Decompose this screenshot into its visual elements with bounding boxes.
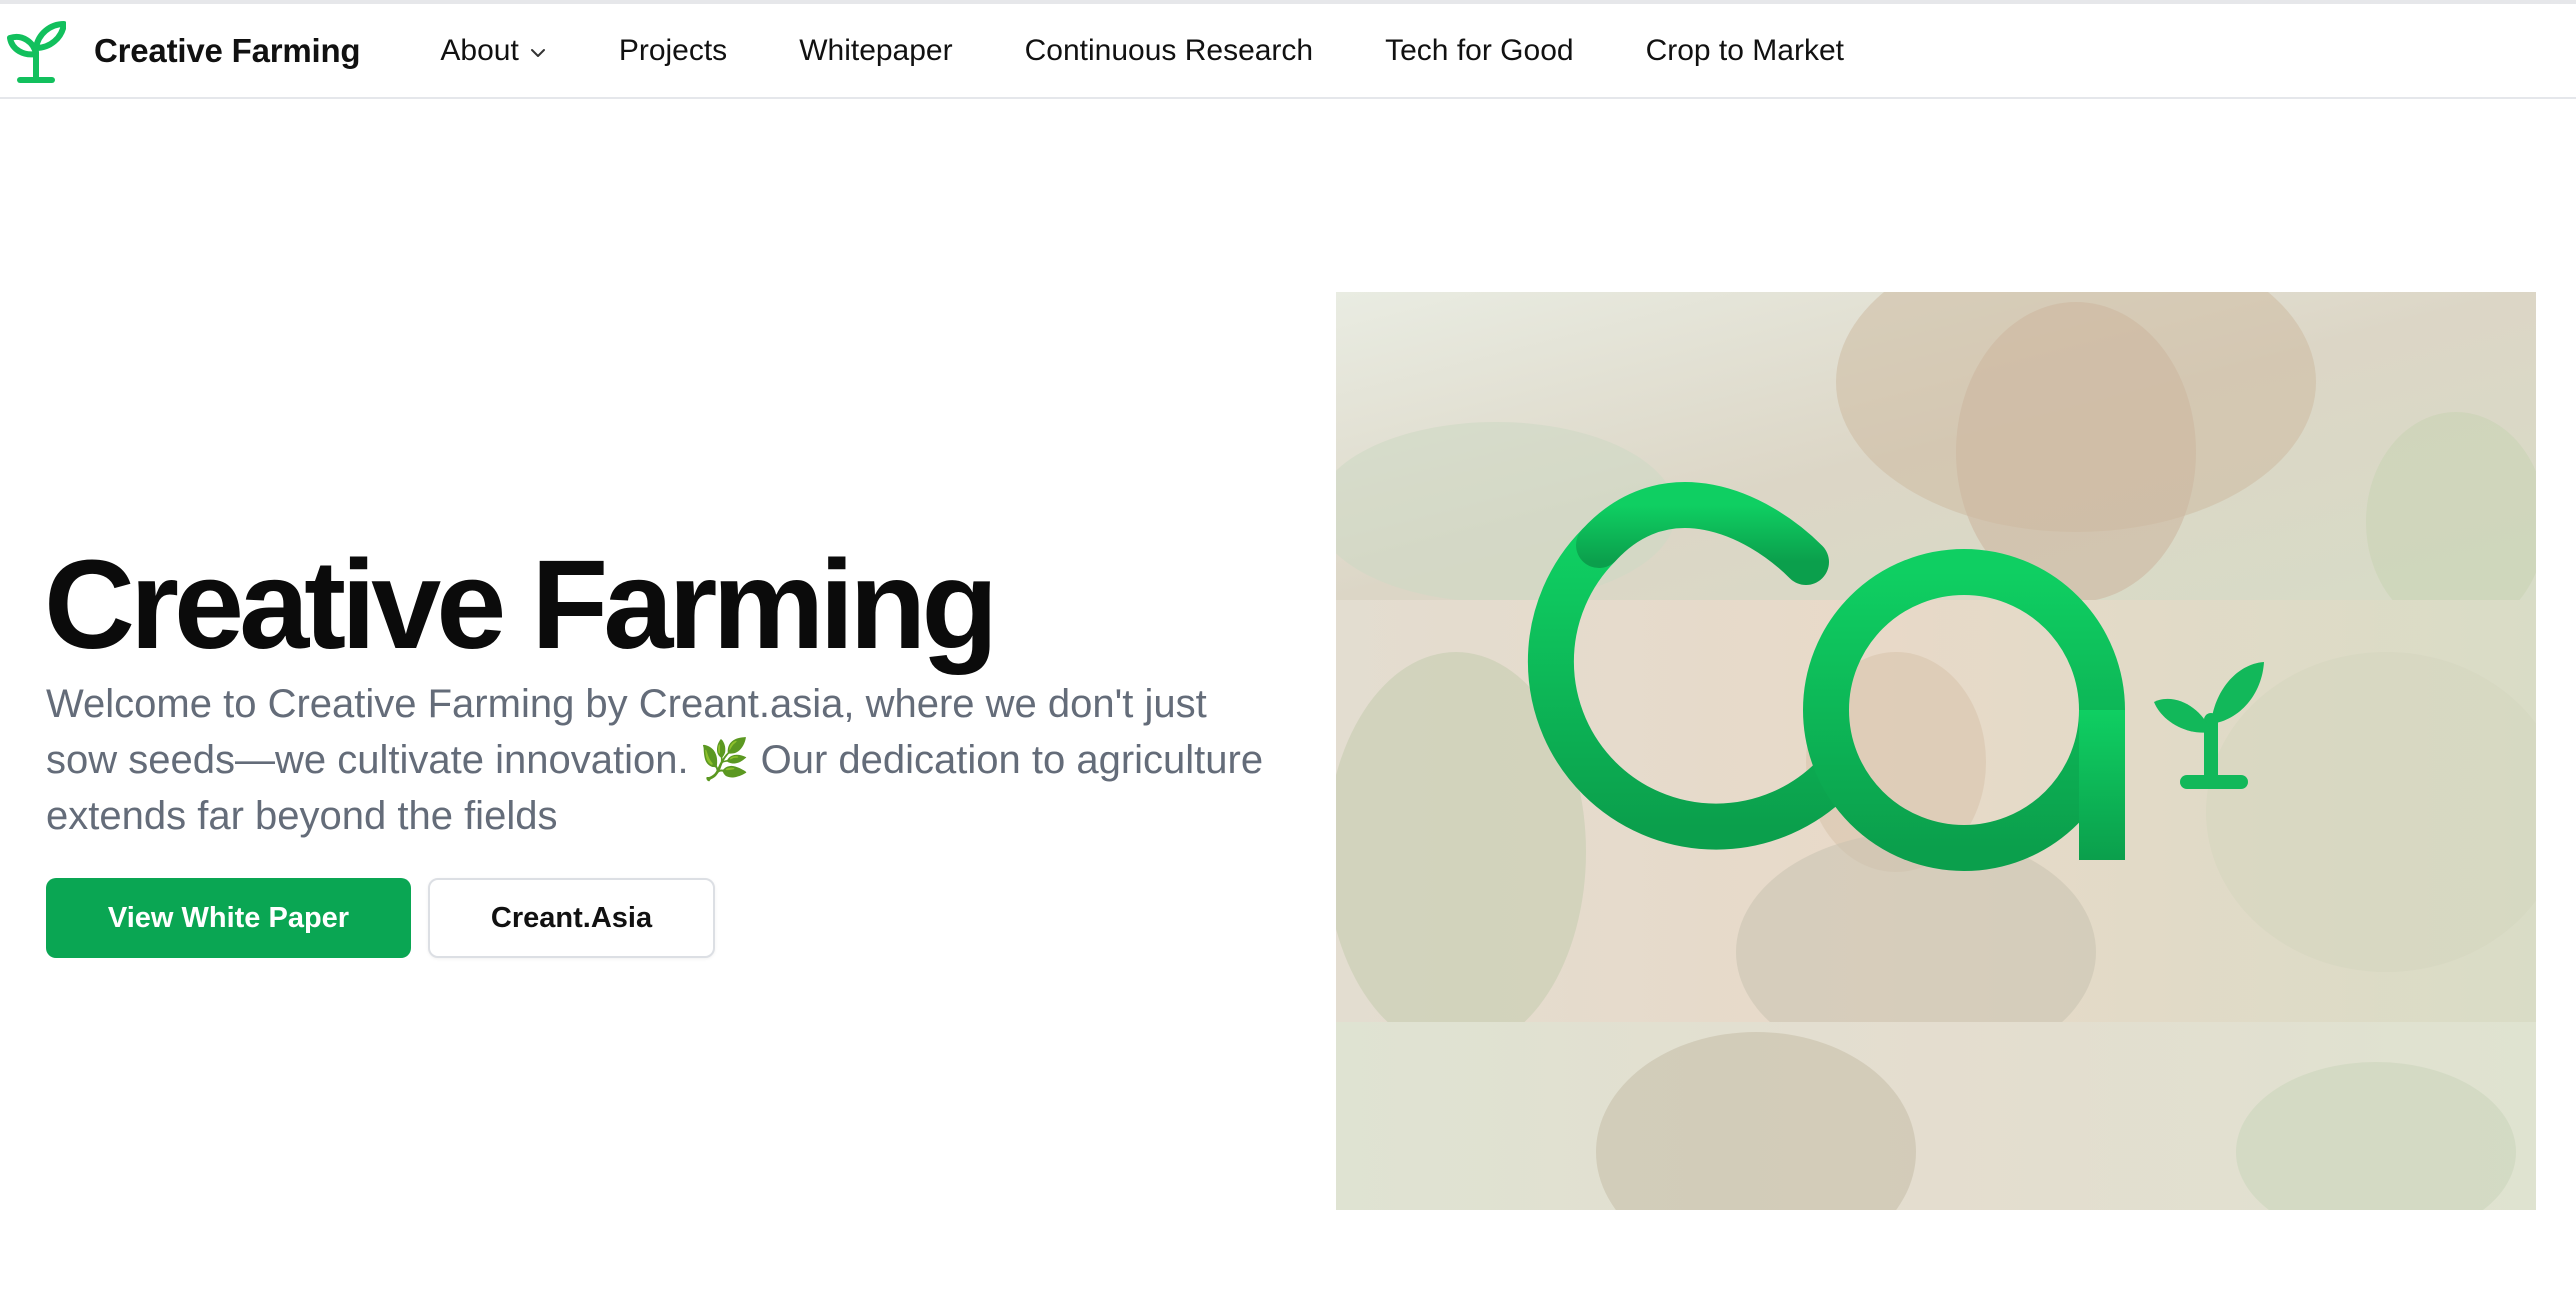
main-nav: About Projects Whitepaper Continuous Res… xyxy=(440,34,1916,68)
hero-description: Welcome to Creative Farming by Creant.as… xyxy=(46,682,1264,838)
nav-item-tech-for-good[interactable]: Tech for Good xyxy=(1385,34,1573,68)
hero-photo-collage xyxy=(1336,292,2536,1210)
nav-item-label: About xyxy=(440,33,519,67)
nav-item-crop-to-market[interactable]: Crop to Market xyxy=(1646,34,1844,68)
sprout-icon xyxy=(7,20,66,83)
hero-title: Creative Farming xyxy=(44,534,998,675)
view-white-paper-button[interactable]: View White Paper xyxy=(46,878,411,958)
nav-item-about[interactable]: About xyxy=(440,34,546,68)
site-header: Creative Farming About Projects Whitepap… xyxy=(0,4,2576,99)
hero-image xyxy=(1336,292,2536,1210)
brand-name: Creative Farming xyxy=(94,31,361,69)
brand-link[interactable]: Creative Farming xyxy=(6,18,361,84)
nav-item-continuous-research[interactable]: Continuous Research xyxy=(1025,34,1314,68)
nav-item-projects[interactable]: Projects xyxy=(619,34,727,68)
nav-item-whitepaper[interactable]: Whitepaper xyxy=(799,34,952,68)
creant-asia-button[interactable]: Creant.Asia xyxy=(428,878,715,958)
chevron-down-icon xyxy=(530,48,545,57)
